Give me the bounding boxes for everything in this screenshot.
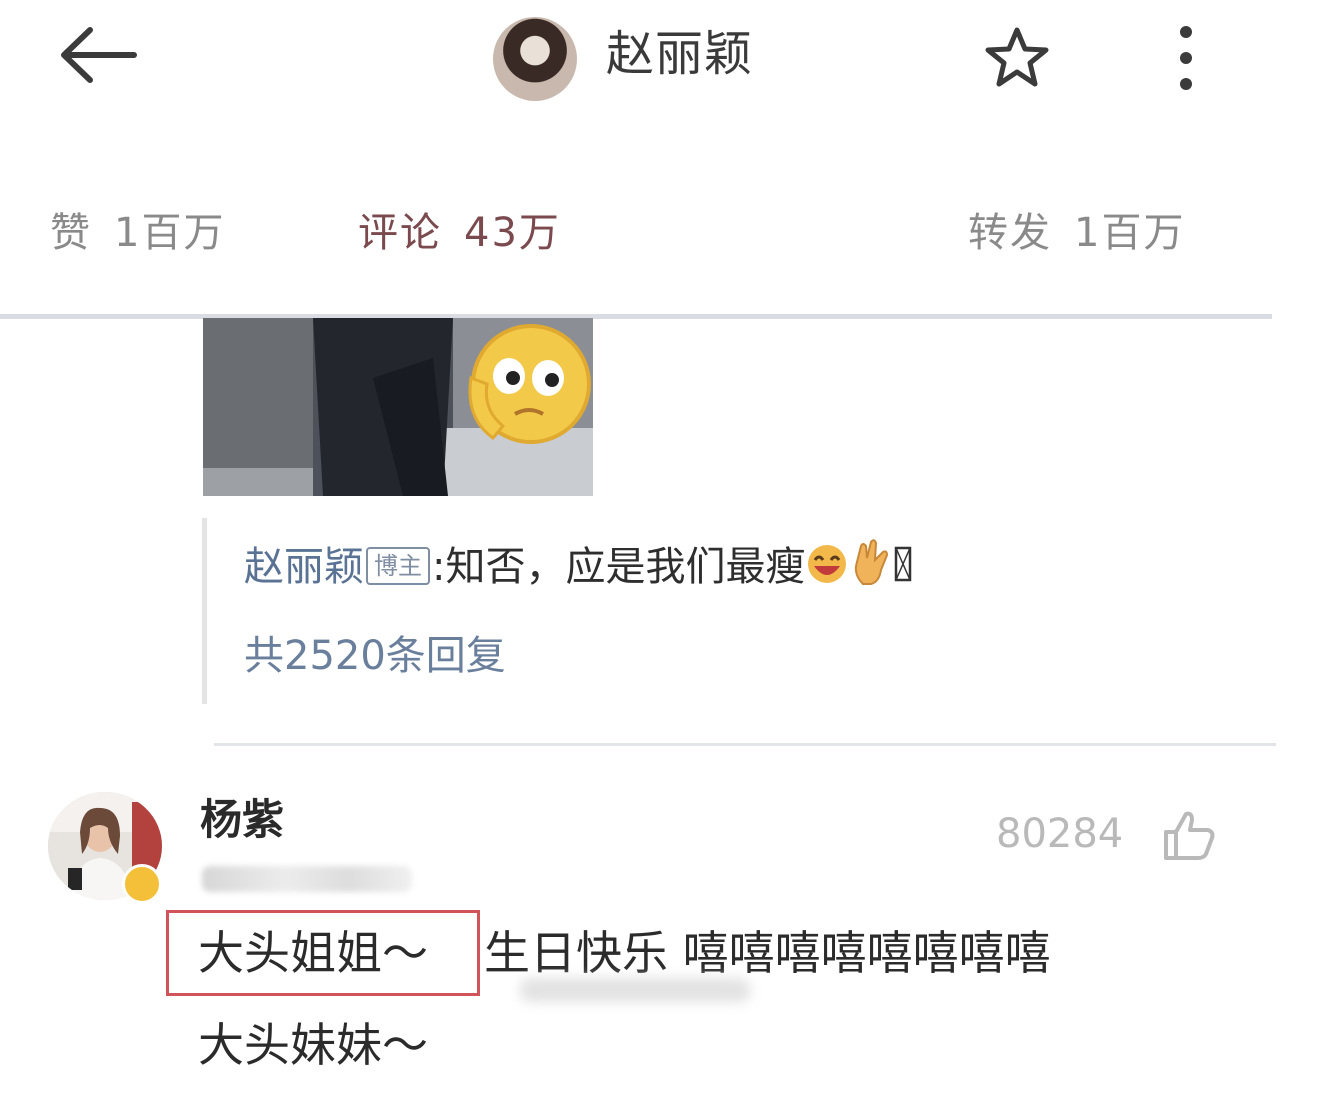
comment-text-highlight: 大头姐姐～	[198, 926, 428, 980]
reply-count-link[interactable]: 共2520条回复	[244, 626, 506, 686]
favorite-star-icon[interactable]	[983, 26, 1051, 88]
thumbs-up-icon[interactable]	[1160, 808, 1218, 862]
hand-gesture-emoji-icon	[855, 539, 889, 585]
more-options-icon[interactable]	[1170, 24, 1202, 94]
reply-line[interactable]: 赵丽颖 博主:知否，应是我们最瘦	[244, 536, 913, 598]
tab-likes[interactable]: 赞 1百万	[50, 205, 225, 261]
divider	[214, 743, 1276, 746]
back-arrow-icon[interactable]	[56, 22, 140, 88]
reply-text: :知否，应是我们最瘦	[432, 544, 806, 590]
host-badge: 博主	[366, 547, 430, 585]
comments-label: 评论	[358, 210, 442, 256]
blurred-metadata	[202, 866, 412, 892]
verified-badge-icon	[122, 864, 162, 904]
tab-comments[interactable]: 评论 43万	[358, 205, 561, 261]
commenter-name[interactable]: 杨紫	[200, 790, 284, 850]
comment-image[interactable]	[203, 318, 593, 496]
reposts-label: 转发	[968, 210, 1052, 256]
divider	[0, 314, 1272, 319]
reply-block-bar	[202, 518, 207, 704]
comments-count: 43万	[464, 210, 561, 256]
page-title: 赵丽颖	[606, 26, 754, 82]
likes-label: 赞	[50, 210, 92, 256]
reply-author[interactable]: 赵丽颖	[244, 544, 364, 590]
unknown-glyph-icon	[895, 546, 912, 582]
blurred-overlay	[520, 978, 750, 1002]
like-count: 80284	[996, 811, 1124, 857]
avatar[interactable]	[493, 17, 577, 101]
likes-count: 1百万	[114, 210, 226, 256]
laughing-emoji-icon	[808, 545, 847, 583]
reposts-count: 1百万	[1074, 210, 1186, 256]
comment-text-line2: 大头妹妹～	[198, 1018, 428, 1072]
tab-reposts[interactable]: 转发 1百万	[968, 205, 1185, 261]
